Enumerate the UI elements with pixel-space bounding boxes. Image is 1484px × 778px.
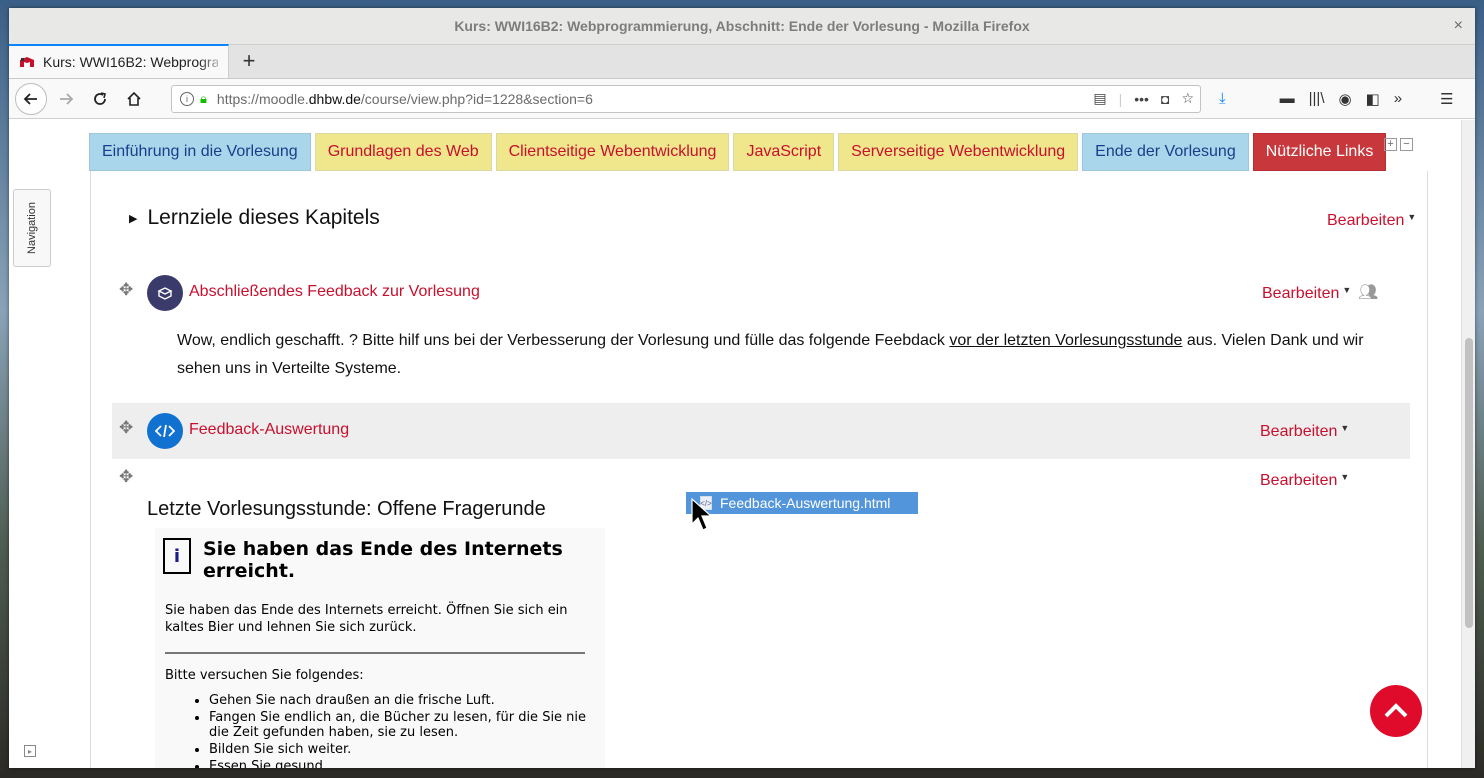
overflow-menu-icon[interactable]: » (1394, 90, 1402, 107)
label-edit-menu[interactable]: Bearbeiten ▼ (1260, 472, 1349, 490)
reload-button[interactable] (85, 84, 115, 114)
feedback-activity-icon (147, 275, 183, 311)
end-of-internet-image: i Sie haben das Ende des Internets errei… (155, 528, 605, 768)
tab-strip: Kurs: WWI16B2: Webprogrammierung + (9, 44, 1475, 79)
move-icon[interactable]: ✥ (119, 418, 133, 438)
navigation-bar: i 🔒︎ https://moodle. dhbw.de/course/view.… (9, 79, 1475, 119)
activity-edit-menu[interactable]: Bearbeiten ▼ (1262, 285, 1351, 303)
section-edit-menu[interactable]: Bearbeiten ▼ (1327, 212, 1416, 230)
move-icon[interactable]: ✥ (119, 280, 133, 300)
footer-toggle-icon[interactable]: ▸ (24, 745, 36, 757)
browser-tab[interactable]: Kurs: WWI16B2: Webprogrammierung (9, 44, 229, 78)
forward-arrow-icon (60, 92, 74, 105)
group-mode-icon[interactable]: 👥︎ (1358, 282, 1378, 302)
back-arrow-icon (23, 92, 37, 105)
divider (165, 652, 585, 654)
caret-down-icon: ▼ (1342, 285, 1352, 295)
collapse-all-icon[interactable]: − (1400, 138, 1413, 151)
navigation-drawer-label: Navigation (26, 202, 39, 254)
image-list: Gehen Sie nach draußen an die frische Lu… (165, 693, 595, 768)
list-item: Gehen Sie nach draußen an die frische Lu… (209, 693, 595, 708)
move-icon[interactable]: ✥ (119, 467, 133, 487)
moodle-favicon-icon (20, 57, 34, 67)
new-tab-button[interactable]: + (229, 44, 269, 78)
back-to-top-button[interactable] (1370, 685, 1422, 737)
drag-tooltip-label: Feedback-Auswertung.html (720, 495, 891, 511)
library-icon[interactable]: |||\ (1309, 90, 1325, 107)
reload-icon (94, 91, 106, 105)
hamburger-menu-icon[interactable]: ☰ (1440, 90, 1453, 108)
tab-ende[interactable]: Ende der Vorlesung (1082, 133, 1249, 171)
page-actions-icon[interactable]: ••• (1134, 91, 1149, 107)
title-bar: Kurs: WWI16B2: Webprogrammierung, Abschn… (9, 8, 1475, 45)
tab-javascript[interactable]: JavaScript (733, 133, 835, 171)
image-heading: Sie haben das Ende des Internets erreich… (203, 538, 563, 582)
section-title-text: Lernziele dieses Kapitels (147, 206, 380, 229)
url-activity-icon (147, 413, 183, 449)
sidebar-icon[interactable]: ◧ (1366, 90, 1380, 108)
url-path: /course/view.php?id=1228&section=6 (360, 90, 593, 107)
lock-icon[interactable]: 🔒︎ (200, 91, 207, 107)
info-icon: i (163, 538, 191, 574)
activity-link-feedback-auswertung[interactable]: Feedback-Auswertung (189, 421, 349, 439)
image-paragraph: Bitte versuchen Sie folgendes: (165, 668, 364, 683)
expand-triangle-icon[interactable]: ▶ (129, 212, 137, 225)
drag-tooltip: </> Feedback-Auswertung.html (686, 492, 918, 514)
caret-down-icon: ▼ (1340, 423, 1350, 433)
chevron-up-icon (1384, 703, 1408, 718)
caret-down-icon: ▼ (1340, 472, 1350, 482)
window-title: Kurs: WWI16B2: Webprogrammierung, Abschn… (454, 18, 1030, 34)
page-content: Navigation Einführung in die Vorlesung G… (9, 120, 1461, 768)
list-item: Essen Sie gesund. (209, 759, 595, 768)
tab-links[interactable]: Nützliche Links (1252, 133, 1387, 171)
navigation-drawer-toggle[interactable]: Navigation (13, 189, 51, 267)
expand-all-icon[interactable]: + (1384, 138, 1397, 151)
home-button[interactable] (119, 84, 149, 114)
list-item: Bilden Sie sich weiter. (209, 742, 595, 757)
image-paragraph: Sie haben das Ende des Internets erreich… (165, 603, 568, 635)
section-title[interactable]: ▶ Lernziele dieses Kapitels (129, 206, 380, 230)
tab-clientseitig[interactable]: Clientseitige Webentwicklung (495, 133, 730, 171)
page-scrollbar[interactable] (1461, 120, 1475, 768)
extension-icon[interactable]: ▬ (1280, 90, 1295, 107)
tab-grundlagen[interactable]: Grundlagen des Web (314, 133, 492, 171)
list-item: Fangen Sie endlich an, die Bücher zu les… (209, 710, 595, 740)
addon-icon[interactable]: ◉ (1339, 90, 1352, 108)
pocket-icon[interactable]: ◘ (1161, 91, 1169, 107)
tab-label: Kurs: WWI16B2: Webprogrammierung (43, 54, 218, 70)
home-icon (127, 91, 141, 106)
tab-einfuehrung[interactable]: Einführung in die Vorlesung (89, 133, 311, 171)
activity-description: Wow, endlich geschafft. ? Bitte hilf uns… (177, 332, 1364, 377)
firefox-window: Kurs: WWI16B2: Webprogrammierung, Abschn… (9, 8, 1475, 768)
close-window-button[interactable]: × (1454, 17, 1463, 35)
activity-link-feedback[interactable]: Abschließendes Feedback zur Vorlesung (189, 283, 480, 301)
caret-down-icon: ▼ (1407, 212, 1417, 222)
description-link[interactable]: vor der letzten Vorlesungsstunde (949, 332, 1182, 349)
forward-button[interactable] (51, 84, 81, 114)
back-button[interactable] (15, 82, 47, 115)
url-bar[interactable]: i 🔒︎ https://moodle. dhbw.de/course/view.… (171, 84, 1201, 113)
url-host: dhbw.de (308, 90, 361, 107)
tab-serverseitig[interactable]: Serverseitige Webentwicklung (838, 133, 1079, 171)
label-title: Letzte Vorlesungsstunde: Offene Fragerun… (147, 498, 546, 520)
bookmark-star-icon[interactable]: ☆ (1181, 90, 1194, 107)
reader-view-icon[interactable]: ▤ (1093, 90, 1106, 107)
scrollbar-thumb[interactable] (1465, 338, 1473, 628)
activity-edit-menu[interactable]: Bearbeiten ▼ (1260, 423, 1349, 441)
site-info-icon[interactable]: i (180, 91, 194, 106)
course-section-tabs: Einführung in die Vorlesung Grundlagen d… (89, 133, 1387, 171)
url-prefix: https://moodle. (216, 90, 309, 107)
downloads-icon[interactable]: ⤓ (1219, 90, 1226, 107)
